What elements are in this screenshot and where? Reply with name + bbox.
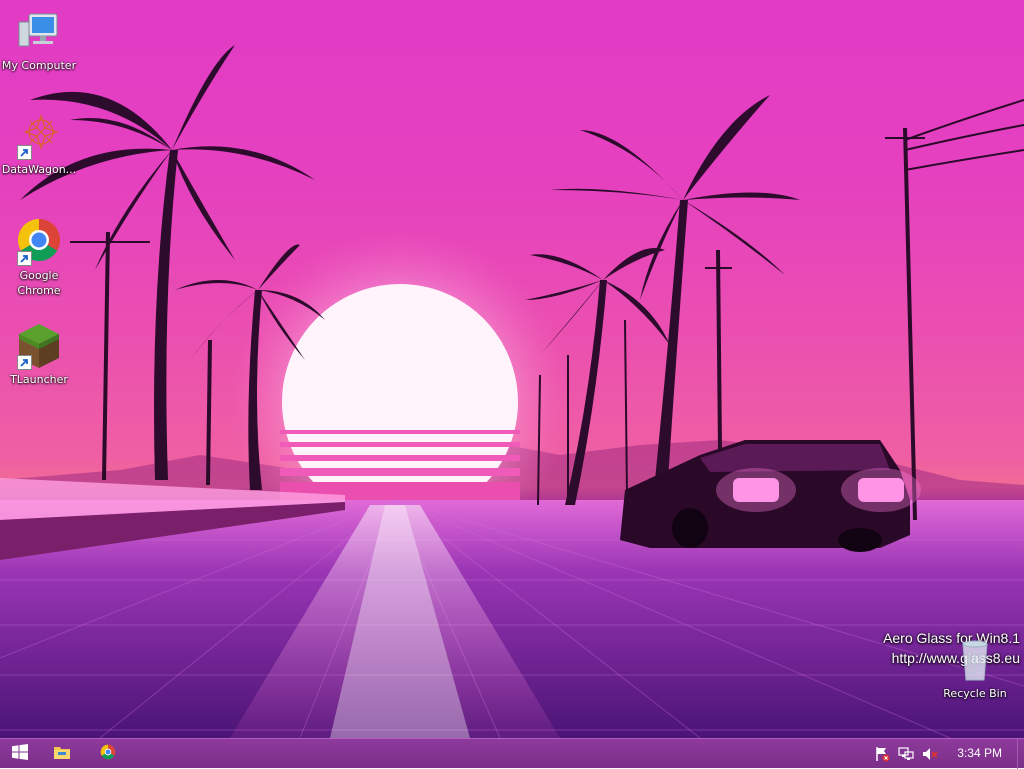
recycle-bin-icon xyxy=(951,636,999,684)
desktop-icon-tlauncher[interactable]: TLauncher xyxy=(1,322,77,387)
desktop[interactable]: My Computer DataWagon... Google Chrome T… xyxy=(0,0,1024,738)
minecraft-grass-icon xyxy=(15,322,63,370)
taskbar: 3:34 PM xyxy=(0,738,1024,769)
desktop-icon-label: Google Chrome xyxy=(17,269,61,297)
file-explorer-icon xyxy=(53,744,71,764)
desktop-icon-my-computer[interactable]: My Computer xyxy=(1,8,77,73)
show-desktop-button[interactable] xyxy=(1017,739,1024,769)
start-button[interactable] xyxy=(0,739,40,769)
desktop-icon-label: Recycle Bin xyxy=(943,687,1007,700)
chrome-icon xyxy=(15,218,63,266)
synthwave-wallpaper xyxy=(0,45,1024,738)
desktop-icon-datawagon[interactable]: DataWagon... xyxy=(1,112,77,177)
shortcut-arrow-icon xyxy=(17,355,32,370)
taskbar-file-explorer-button[interactable] xyxy=(42,739,82,769)
volume-muted-icon[interactable] xyxy=(922,746,938,762)
datawagon-icon xyxy=(15,112,63,160)
computer-icon xyxy=(15,8,63,56)
shortcut-arrow-icon xyxy=(17,145,32,160)
desktop-icon-label: DataWagon... xyxy=(1,163,77,176)
desktop-icon-google-chrome[interactable]: Google Chrome xyxy=(1,218,77,298)
desktop-icon-label: TLauncher xyxy=(10,373,68,386)
desktop-icon-label: My Computer xyxy=(1,59,77,72)
chrome-icon xyxy=(100,744,116,764)
action-center-flag-icon[interactable] xyxy=(874,746,890,762)
shortcut-arrow-icon xyxy=(17,251,32,266)
taskbar-chrome-button[interactable] xyxy=(88,739,128,769)
network-icon[interactable] xyxy=(898,746,914,762)
windows-start-icon xyxy=(12,744,28,764)
desktop-icon-recycle-bin[interactable]: Recycle Bin xyxy=(937,636,1013,701)
taskbar-clock[interactable]: 3:34 PM xyxy=(957,739,1002,769)
